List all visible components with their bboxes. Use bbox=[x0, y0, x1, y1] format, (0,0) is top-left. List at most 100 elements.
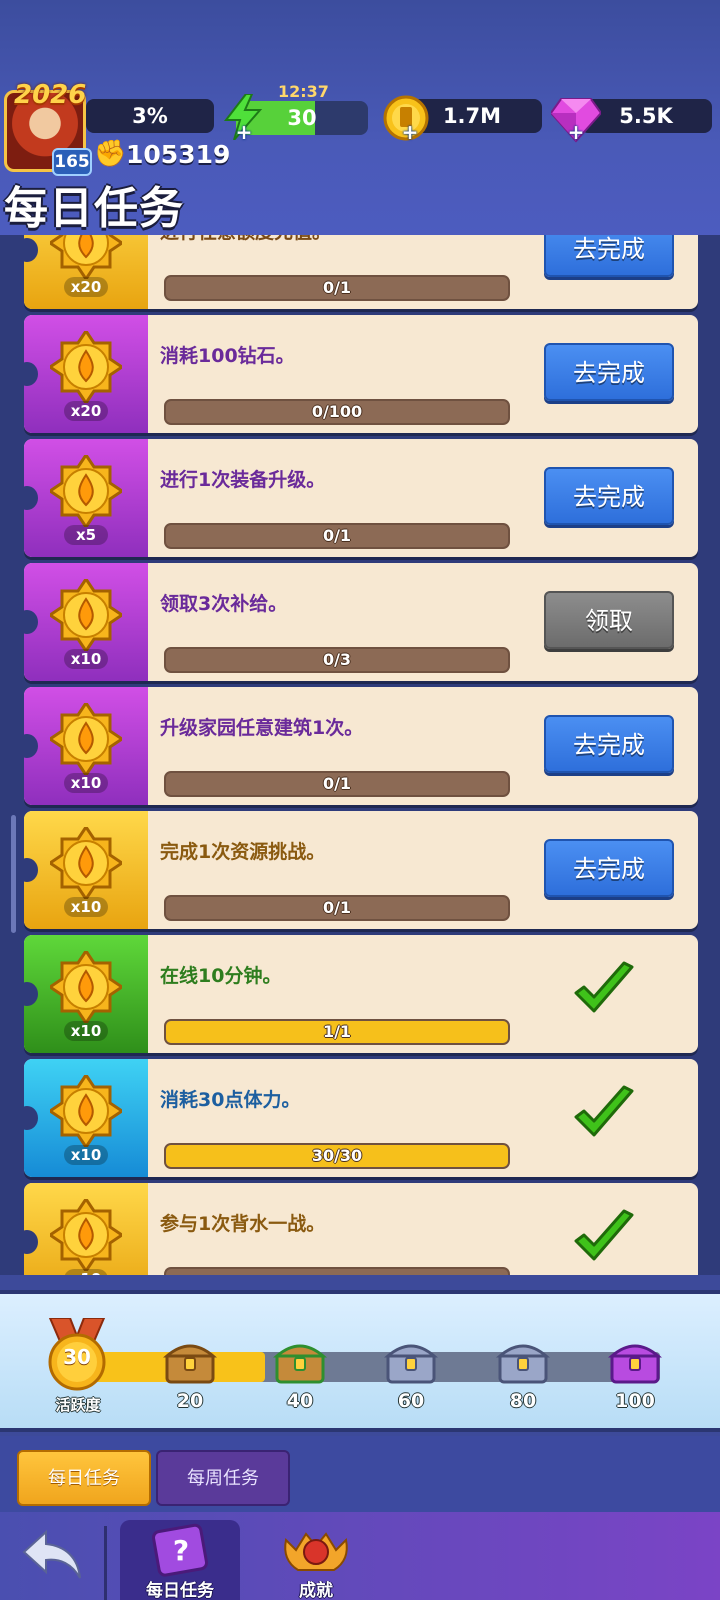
go-complete-button[interactable]: 去完成 bbox=[544, 715, 674, 773]
claim-button[interactable]: 领取 bbox=[544, 591, 674, 649]
task-row: x10 在线10分钟。 1/1 bbox=[24, 935, 698, 1053]
reward-count: x5 bbox=[64, 525, 108, 545]
task-progress-text: 30/30 bbox=[311, 1146, 363, 1165]
activity-point-icon bbox=[50, 827, 122, 899]
svg-text:?: ? bbox=[173, 1534, 189, 1567]
nav-daily-label: 每日任务 bbox=[146, 1581, 214, 1600]
reward-count: x10 bbox=[64, 897, 108, 917]
player-avatar[interactable]: 2026 165 bbox=[0, 80, 92, 176]
task-progress-text: 0/3 bbox=[322, 650, 352, 669]
energy-plus-icon[interactable]: + bbox=[234, 122, 254, 142]
task-row: x20 进行任意额度充值。 0/1 去完成 bbox=[24, 235, 698, 309]
reward-count: x20 bbox=[64, 401, 108, 421]
task-row: x20 消耗100钻石。 0/100 去完成 bbox=[24, 315, 698, 433]
task-progress-bar: 0/1 bbox=[164, 275, 510, 301]
activity-panel: 30 活跃度 20 40 60 80 100 bbox=[0, 1290, 720, 1432]
reward-count: x20 bbox=[64, 277, 108, 297]
task-list-scroll-area[interactable]: x20 进行任意额度充值。 0/1 去完成 x20 消耗100钻石。 0/100 去完成 x5 进… bbox=[0, 235, 720, 1275]
progress-percent: 3% bbox=[86, 99, 214, 133]
completed-check-icon bbox=[574, 1085, 634, 1137]
go-complete-button[interactable]: 去完成 bbox=[544, 839, 674, 897]
task-description: 完成1次资源挑战。 bbox=[160, 841, 326, 863]
task-progress-text: 0/100 bbox=[311, 402, 363, 421]
task-book-icon: ? bbox=[152, 1523, 209, 1577]
task-description: 消耗30点体力。 bbox=[160, 1089, 301, 1111]
milestone-label: 100 bbox=[615, 1390, 655, 1412]
activity-point-icon bbox=[50, 331, 122, 403]
task-description: 领取3次补给。 bbox=[160, 593, 288, 615]
task-progress-bar: 0/100 bbox=[164, 399, 510, 425]
task-progress-text: 0/1 bbox=[322, 278, 352, 297]
completed-check-icon bbox=[574, 1209, 634, 1261]
task-progress-bar: 0/1 bbox=[164, 895, 510, 921]
activity-label: 活跃度 bbox=[55, 1396, 101, 1414]
reward-chest-icon[interactable] bbox=[163, 1336, 217, 1386]
reward-count: x10 bbox=[64, 1021, 108, 1041]
task-progress-bar bbox=[164, 1267, 510, 1275]
activity-point-icon bbox=[50, 579, 122, 651]
task-row: x5 进行1次装备升级。 0/1 去完成 bbox=[24, 439, 698, 557]
activity-point-icon bbox=[50, 951, 122, 1023]
avatar-year-badge: 2026 bbox=[14, 80, 87, 110]
activity-point-icon bbox=[50, 703, 122, 775]
task-description: 进行1次装备升级。 bbox=[160, 469, 326, 491]
task-progress-text: 0/1 bbox=[322, 898, 352, 917]
activity-point-icon bbox=[50, 1199, 122, 1271]
energy-timer: 12:37 bbox=[278, 82, 329, 101]
nav-achievements[interactable]: 成就 bbox=[256, 1520, 376, 1600]
reward-count: x10 bbox=[64, 649, 108, 669]
go-complete-button[interactable]: 去完成 bbox=[544, 467, 674, 525]
task-list[interactable]: x20 进行任意额度充值。 0/1 去完成 x20 消耗100钻石。 0/100 去完成 x5 进… bbox=[0, 235, 720, 1275]
task-progress-text: 1/1 bbox=[322, 1022, 352, 1041]
task-progress-bar: 0/1 bbox=[164, 771, 510, 797]
nav-divider bbox=[104, 1526, 107, 1600]
task-row: x10 参与1次背水一战。 bbox=[24, 1183, 698, 1275]
task-description: 参与1次背水一战。 bbox=[160, 1213, 326, 1235]
task-description: 进行任意额度充值。 bbox=[160, 235, 331, 244]
activity-point-icon bbox=[50, 455, 122, 527]
task-description: 升级家园任意建筑1次。 bbox=[160, 717, 364, 739]
scroll-indicator[interactable] bbox=[11, 815, 16, 933]
reward-chest-icon[interactable] bbox=[273, 1336, 327, 1386]
reward-chest-icon[interactable] bbox=[608, 1336, 662, 1386]
activity-value: 30 bbox=[63, 1345, 91, 1369]
task-progress-bar: 0/1 bbox=[164, 523, 510, 549]
nav-daily-tasks[interactable]: ? 每日任务 bbox=[120, 1520, 240, 1600]
reward-count: x10 bbox=[64, 1145, 108, 1165]
tab-daily-tasks[interactable]: 每日任务 bbox=[17, 1450, 151, 1506]
task-progress-text: 0/1 bbox=[322, 774, 352, 793]
coin-plus-icon[interactable]: + bbox=[400, 122, 420, 142]
task-row: x10 领取3次补给。 0/3 领取 bbox=[24, 563, 698, 681]
go-complete-button[interactable]: 去完成 bbox=[544, 343, 674, 401]
task-progress-text: 0/1 bbox=[322, 526, 352, 545]
back-arrow-icon[interactable] bbox=[20, 1528, 84, 1582]
reward-count: x10 bbox=[64, 773, 108, 793]
gem-plus-icon[interactable]: + bbox=[566, 122, 586, 142]
power-value: 105319 bbox=[126, 140, 231, 169]
go-complete-button[interactable]: 去完成 bbox=[544, 235, 674, 277]
milestone-label: 40 bbox=[286, 1390, 314, 1412]
reward-count: x10 bbox=[64, 1269, 108, 1275]
reward-chest-icon[interactable] bbox=[384, 1336, 438, 1386]
fist-power-icon: ✊ bbox=[94, 139, 127, 169]
activity-point-icon bbox=[50, 235, 122, 279]
activity-point-icon bbox=[50, 1075, 122, 1147]
completed-check-icon bbox=[574, 961, 634, 1013]
milestone-label: 60 bbox=[397, 1390, 425, 1412]
task-row: x10 完成1次资源挑战。 0/1 去完成 bbox=[24, 811, 698, 929]
task-description: 在线10分钟。 bbox=[160, 965, 282, 987]
activity-progress-track bbox=[70, 1352, 660, 1382]
task-tab-strip: 每日任务 每周任务 bbox=[0, 1436, 720, 1512]
reward-chest-icon[interactable] bbox=[496, 1336, 550, 1386]
task-progress-bar: 30/30 bbox=[164, 1143, 510, 1169]
tab-weekly-tasks[interactable]: 每周任务 bbox=[156, 1450, 290, 1506]
task-row: x10 升级家园任意建筑1次。 0/1 去完成 bbox=[24, 687, 698, 805]
energy-value: 30 bbox=[287, 106, 317, 130]
crown-trophy-icon bbox=[284, 1532, 348, 1571]
bottom-nav: ? 每日任务 成就 bbox=[0, 1512, 720, 1600]
task-description: 消耗100钻石。 bbox=[160, 345, 295, 367]
task-row: x10 消耗30点体力。 30/30 bbox=[24, 1059, 698, 1177]
top-header: 2026 165 3% 12:37 30 + 1.7M + 5.5K + ✊ 1… bbox=[0, 0, 720, 245]
task-progress-bar: 1/1 bbox=[164, 1019, 510, 1045]
nav-achievements-label: 成就 bbox=[299, 1581, 333, 1600]
